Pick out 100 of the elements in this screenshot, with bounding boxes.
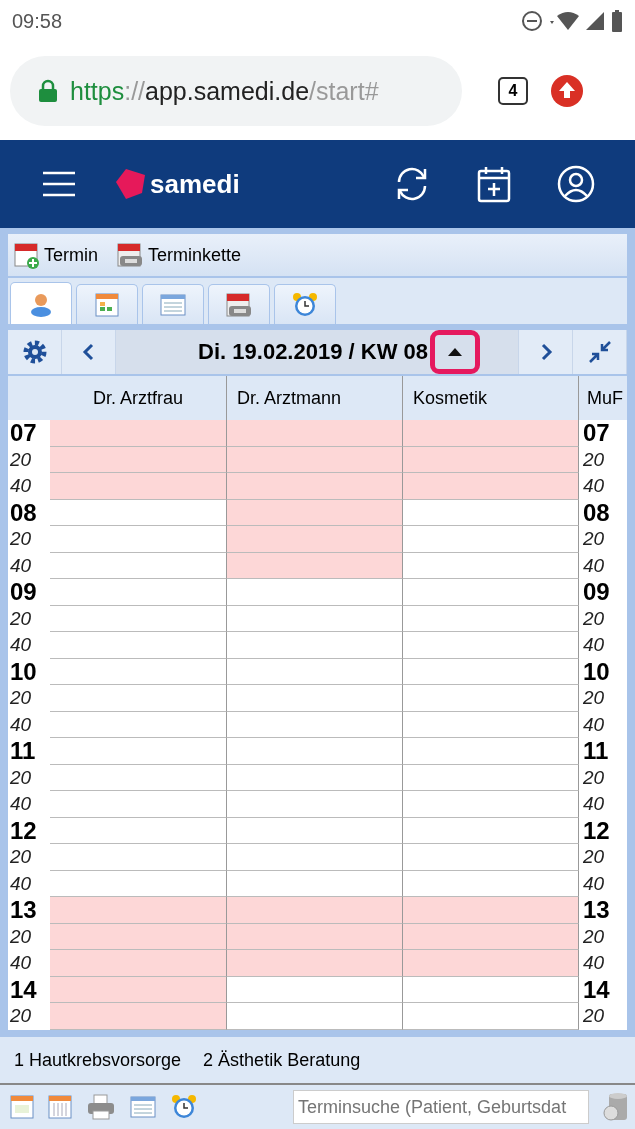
toolbar-button[interactable] [130, 1095, 156, 1119]
search-field[interactable]: Terminsuche (Patient, Geburtsdat [293, 1090, 589, 1124]
calendar-add-icon[interactable] [477, 165, 511, 203]
time-slot[interactable] [227, 526, 403, 553]
time-slot[interactable] [403, 923, 579, 950]
trash-can-icon[interactable] [603, 1092, 629, 1122]
time-slot[interactable] [227, 632, 403, 659]
time-label: 14 [9, 976, 38, 1003]
time-slot[interactable] [227, 1003, 403, 1030]
menu-icon[interactable] [42, 171, 76, 197]
time-slot[interactable] [227, 923, 403, 950]
time-slot[interactable] [227, 552, 403, 579]
time-slot[interactable] [50, 685, 227, 712]
tab-count-button[interactable]: 4 [498, 77, 528, 105]
time-label: 20 [582, 1004, 606, 1029]
time-label: 40 [582, 871, 606, 896]
time-slot[interactable] [227, 499, 403, 526]
time-slot[interactable] [403, 817, 579, 844]
time-slot[interactable] [50, 473, 227, 500]
calendar-icon [48, 1095, 72, 1119]
time-slot[interactable] [403, 897, 579, 924]
time-slot[interactable] [403, 791, 579, 818]
time-slot[interactable] [50, 923, 227, 950]
view-tab[interactable] [142, 284, 204, 324]
time-slot[interactable] [403, 658, 579, 685]
time-slot[interactable] [403, 473, 579, 500]
time-slot[interactable] [50, 764, 227, 791]
time-slot[interactable] [50, 446, 227, 473]
time-slot[interactable] [227, 844, 403, 871]
time-slot[interactable] [227, 791, 403, 818]
time-label: 08 [9, 499, 38, 526]
column-header: Dr. Arztfrau [50, 376, 227, 420]
time-slot[interactable] [403, 605, 579, 632]
time-slot[interactable] [50, 817, 227, 844]
time-slot[interactable] [403, 579, 579, 606]
calendar-icon [95, 292, 119, 317]
collapse-toggle-button[interactable] [430, 330, 480, 374]
toolbar-button[interactable] [170, 1093, 198, 1121]
time-slot[interactable] [403, 764, 579, 791]
wifi-icon [549, 11, 579, 31]
time-label: 07 [9, 420, 38, 447]
time-label: 20 [9, 527, 33, 552]
time-slot[interactable] [403, 950, 579, 977]
time-slot[interactable] [50, 950, 227, 977]
time-slot[interactable] [50, 791, 227, 818]
time-slot[interactable] [403, 526, 579, 553]
time-slot[interactable] [227, 579, 403, 606]
view-tab[interactable] [10, 282, 72, 324]
time-slot[interactable] [403, 552, 579, 579]
time-slot[interactable] [227, 897, 403, 924]
time-slot[interactable] [227, 605, 403, 632]
time-slot[interactable] [50, 632, 227, 659]
time-slot[interactable] [50, 738, 227, 765]
time-slot[interactable] [50, 897, 227, 924]
toolbar-button[interactable] [48, 1095, 72, 1119]
time-slot[interactable] [403, 711, 579, 738]
view-tab[interactable] [76, 284, 138, 324]
time-slot[interactable] [50, 579, 227, 606]
time-slot[interactable] [403, 446, 579, 473]
list-icon [130, 1095, 156, 1119]
time-slot[interactable] [227, 950, 403, 977]
time-slot[interactable] [227, 658, 403, 685]
time-slot[interactable] [403, 685, 579, 712]
time-slot[interactable] [227, 817, 403, 844]
time-slot[interactable] [50, 711, 227, 738]
account-icon[interactable] [557, 165, 595, 203]
time-slot[interactable] [227, 738, 403, 765]
time-slot[interactable] [50, 658, 227, 685]
time-label: 20 [582, 606, 606, 631]
toolbar-button[interactable] [10, 1095, 34, 1119]
time-slot[interactable] [403, 632, 579, 659]
time-slot[interactable] [403, 844, 579, 871]
time-slot[interactable] [403, 420, 579, 447]
time-slot[interactable] [50, 1003, 227, 1030]
view-tab[interactable] [208, 284, 270, 324]
toolbar-button[interactable] [86, 1094, 116, 1120]
time-slot[interactable] [227, 446, 403, 473]
time-slot[interactable] [403, 499, 579, 526]
time-slot[interactable] [227, 420, 403, 447]
time-slot[interactable] [50, 420, 227, 447]
time-label: 20 [9, 1004, 33, 1029]
time-slot[interactable] [50, 976, 227, 1003]
time-slot[interactable] [403, 976, 579, 1003]
address-bar[interactable]: https://app.samedi.de/start# [10, 56, 462, 126]
view-tab[interactable] [274, 284, 336, 324]
time-slot[interactable] [403, 1003, 579, 1030]
toolbar-button[interactable]: Terminkette [116, 241, 242, 269]
toolbar-button[interactable]: Termin [14, 241, 98, 269]
time-slot[interactable] [227, 764, 403, 791]
time-slot[interactable] [227, 711, 403, 738]
time-slot[interactable] [403, 738, 579, 765]
time-slot[interactable] [227, 685, 403, 712]
time-slot[interactable] [227, 976, 403, 1003]
time-slot[interactable] [227, 473, 403, 500]
time-label: 13 [9, 897, 38, 924]
time-label: 40 [582, 553, 606, 578]
calendar-add-icon [14, 241, 40, 269]
time-slot[interactable] [50, 844, 227, 871]
time-slot[interactable] [50, 605, 227, 632]
time-label: 20 [582, 527, 606, 552]
